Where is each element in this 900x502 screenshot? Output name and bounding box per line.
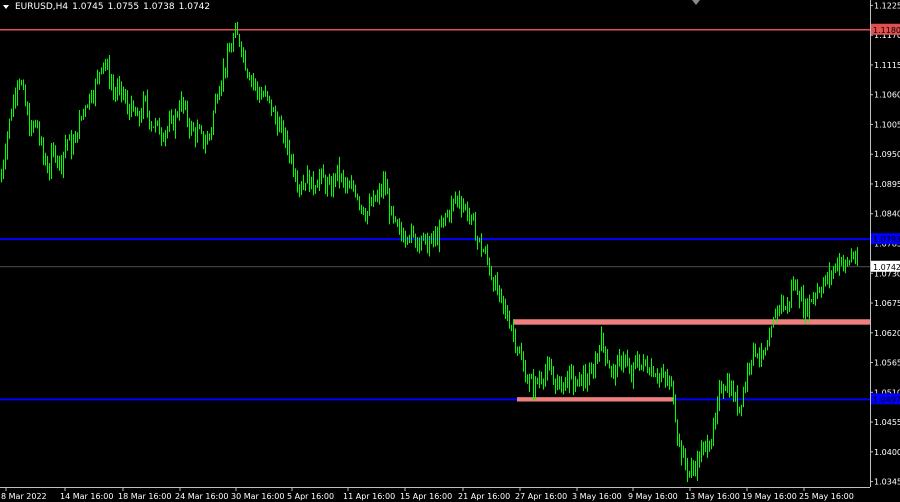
x-tick-label: 15 Apr 16:00 [400,492,452,501]
x-tick-label: 24 Mar 16:00 [175,492,228,501]
x-tick-label: 30 Mar 16:00 [231,492,284,501]
y-tick-label: 1.1005 [874,120,900,129]
y-tick-label: 1.0950 [874,150,900,159]
x-tick-label: 27 Apr 16:00 [515,492,567,501]
y-tick-label: 1.1060 [874,91,900,100]
chart-area[interactable]: 1.1225 1.1170 1.1115 1.1060 1.1005 1.0950 1.08… [0,0,900,502]
y-tick-label: 1.0840 [874,210,900,219]
symbol-timeframe: EURUSD,H4 [15,2,69,12]
ohlc-high: 1.0755 [107,2,140,12]
x-tick-label: 9 May 16:00 [628,492,678,501]
y-tick-label: 1.0565 [874,359,900,368]
chart-shift-marker-icon[interactable] [692,0,700,5]
x-tick-label: 5 Apr 16:00 [287,492,334,501]
ohlc-close: 1.0742 [178,2,211,12]
y-tick-label: 1.1225 [874,1,900,10]
y-tick-label: 1.0345 [874,478,900,487]
x-tick-label: 25 May 16:00 [799,492,854,501]
dropdown-triangle-icon[interactable] [3,5,9,9]
y-tick-label: 1.0455 [874,418,900,427]
x-tick-label: 14 Mar 16:00 [60,492,113,501]
x-tick-label: 11 Apr 16:00 [343,492,395,501]
x-tick-label: 18 Mar 16:00 [118,492,171,501]
x-tick-label: 13 May 16:00 [685,492,740,501]
x-tick-label: 3 May 16:00 [572,492,622,501]
x-tick-label: 19 May 16:00 [742,492,797,501]
current-price-label: 1.0742 [873,263,900,272]
ohlc-low: 1.0738 [143,2,175,12]
x-tick-label: 8 Mar 2022 [1,492,47,501]
y-tick-label: 1.0620 [874,329,900,338]
y-tick-label: 1.0400 [874,448,900,457]
red-level-price-label: 1.1180 [873,26,900,35]
y-tick-label: 1.1115 [874,61,900,70]
zone-rectangle [513,319,870,325]
ohlc-open: 1.0745 [72,2,104,12]
y-tick-label: 1.0675 [874,299,900,308]
chart-header: EURUSD,H4 1.0745 1.0755 1.0738 1.0742 [3,2,210,12]
y-tick-label: 1.0895 [874,180,900,189]
blue-upper-price-label: 1.0793 [873,235,900,244]
blue-lower-price-label: 1.0497 [873,395,900,404]
zone-rectangle [517,397,674,402]
price-chart[interactable]: 1.12251.11701.11151.10601.10051.09501.08… [0,0,900,502]
x-tick-label: 21 Apr 16:00 [458,492,510,501]
